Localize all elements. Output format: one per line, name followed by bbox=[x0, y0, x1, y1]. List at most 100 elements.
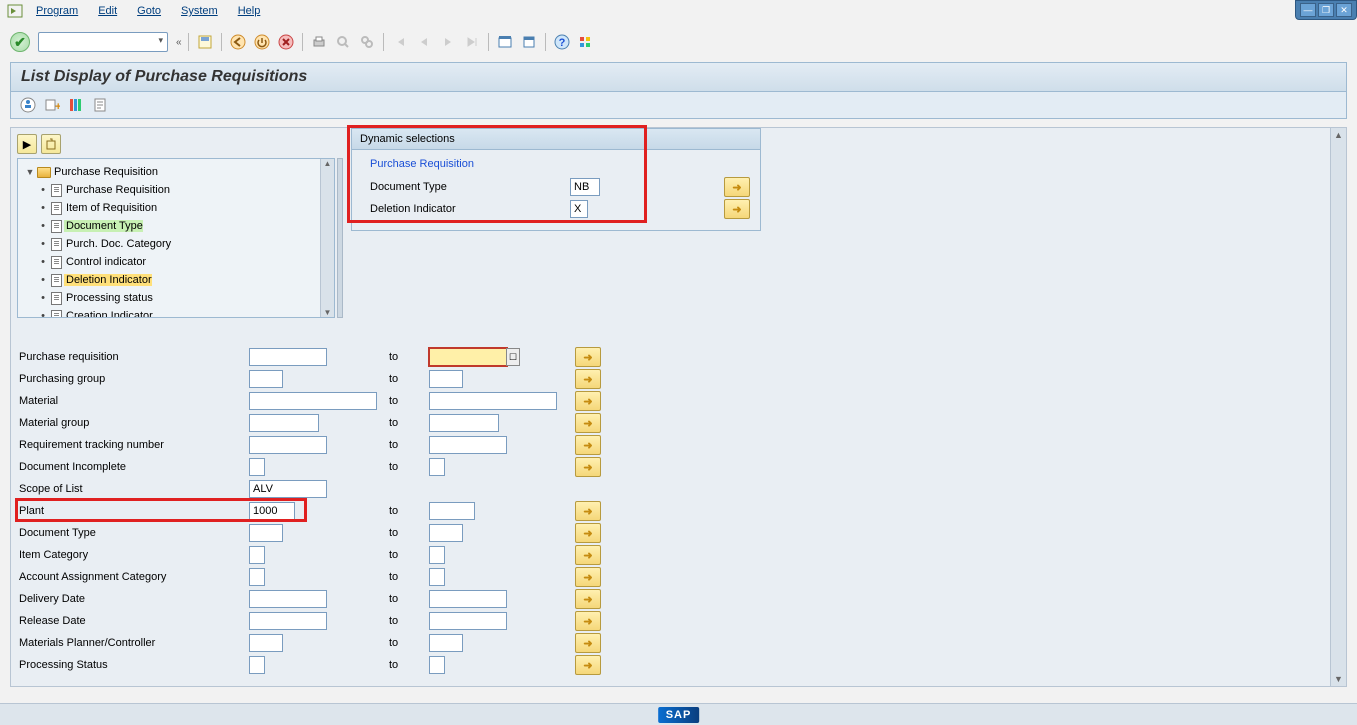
delivery-date-from-input[interactable] bbox=[249, 590, 327, 608]
tree-root[interactable]: ▼ Purchase Requisition bbox=[20, 163, 332, 181]
multiple-selection-button[interactable]: ➜ bbox=[575, 413, 601, 433]
multiple-selection-button[interactable]: ➜ bbox=[575, 655, 601, 675]
tree-item[interactable]: •Purch. Doc. Category bbox=[20, 235, 332, 253]
multiple-selection-button[interactable]: ➜ bbox=[575, 347, 601, 367]
multiple-selection-button[interactable]: ➜ bbox=[724, 177, 750, 197]
plant-to-input[interactable] bbox=[429, 502, 475, 520]
tree-item-label: Purch. Doc. Category bbox=[64, 238, 171, 250]
requirement-tracking-to-input[interactable] bbox=[429, 436, 507, 454]
minimize-button[interactable]: — bbox=[1300, 3, 1316, 17]
close-window-button[interactable]: ✕ bbox=[1336, 3, 1352, 17]
enter-button[interactable]: ✔ bbox=[10, 32, 30, 52]
document-incomplete-from-input[interactable] bbox=[249, 458, 265, 476]
select-all-button[interactable] bbox=[67, 96, 85, 114]
tree-item-document-type[interactable]: •Document Type bbox=[20, 217, 332, 235]
dynamic-selections-link[interactable]: Purchase Requisition bbox=[370, 156, 750, 176]
dyn-deletion-indicator-input[interactable] bbox=[570, 200, 588, 218]
vertical-splitter[interactable] bbox=[337, 158, 343, 318]
multiple-selection-button[interactable]: ➜ bbox=[575, 611, 601, 631]
label-document-type: Document Type bbox=[17, 527, 249, 539]
menu-command-icon[interactable] bbox=[6, 3, 24, 19]
release-date-from-input[interactable] bbox=[249, 612, 327, 630]
dynamic-selections-button[interactable]: + bbox=[43, 96, 61, 114]
chevron-left-icon[interactable]: « bbox=[176, 37, 182, 48]
cancel-button[interactable] bbox=[276, 32, 296, 52]
layout-button[interactable] bbox=[576, 32, 596, 52]
save-button[interactable] bbox=[195, 32, 215, 52]
menu-system[interactable]: System bbox=[173, 3, 226, 19]
tree-item[interactable]: •Purchase Requisition bbox=[20, 181, 332, 199]
next-page-button[interactable] bbox=[438, 32, 458, 52]
multiple-selection-button[interactable]: ➜ bbox=[575, 435, 601, 455]
multiple-selection-button[interactable]: ➜ bbox=[724, 199, 750, 219]
tree-item[interactable]: •Control indicator bbox=[20, 253, 332, 271]
material-from-input[interactable] bbox=[249, 392, 377, 410]
value-help-button[interactable]: ☐ bbox=[506, 348, 520, 366]
find-button[interactable] bbox=[333, 32, 353, 52]
print-button[interactable] bbox=[309, 32, 329, 52]
menu-edit[interactable]: Edit bbox=[90, 3, 125, 19]
new-session-button[interactable] bbox=[495, 32, 515, 52]
exit-button[interactable] bbox=[252, 32, 272, 52]
tree-item[interactable]: •Creation Indicator bbox=[20, 307, 332, 318]
multiple-selection-button[interactable]: ➜ bbox=[575, 501, 601, 521]
multiple-selection-button[interactable]: ➜ bbox=[575, 523, 601, 543]
command-field[interactable] bbox=[38, 32, 168, 52]
multiple-selection-button[interactable]: ➜ bbox=[575, 589, 601, 609]
purchase-requisition-to-input[interactable] bbox=[429, 348, 507, 366]
multiple-selection-button[interactable]: ➜ bbox=[575, 457, 601, 477]
tree-execute-button[interactable]: ▶ bbox=[17, 134, 37, 154]
document-type-to-input[interactable] bbox=[429, 524, 463, 542]
find-next-button[interactable] bbox=[357, 32, 377, 52]
material-group-to-input[interactable] bbox=[429, 414, 499, 432]
scope-of-list-input[interactable] bbox=[249, 480, 327, 498]
plant-from-input[interactable] bbox=[249, 502, 295, 520]
multiple-selection-button[interactable]: ➜ bbox=[575, 545, 601, 565]
help-button[interactable]: ? bbox=[552, 32, 572, 52]
tree-item[interactable]: •Item of Requisition bbox=[20, 199, 332, 217]
tree-root-label: Purchase Requisition bbox=[52, 166, 158, 178]
item-category-from-input[interactable] bbox=[249, 546, 265, 564]
mrp-controller-to-input[interactable] bbox=[429, 634, 463, 652]
tree-scrollbar[interactable] bbox=[320, 159, 334, 317]
menu-goto[interactable]: Goto bbox=[129, 3, 169, 19]
item-category-to-input[interactable] bbox=[429, 546, 445, 564]
shortcut-button[interactable] bbox=[519, 32, 539, 52]
document-incomplete-to-input[interactable] bbox=[429, 458, 445, 476]
mrp-controller-from-input[interactable] bbox=[249, 634, 283, 652]
caret-down-icon[interactable]: ▼ bbox=[24, 167, 36, 177]
tree-delete-button[interactable] bbox=[41, 134, 61, 154]
tree-item-deletion-indicator[interactable]: •Deletion Indicator bbox=[20, 271, 332, 289]
multiple-selection-button[interactable]: ➜ bbox=[575, 391, 601, 411]
multiple-selection-button[interactable]: ➜ bbox=[575, 633, 601, 653]
requirement-tracking-from-input[interactable] bbox=[249, 436, 327, 454]
tree-item[interactable]: •Processing status bbox=[20, 289, 332, 307]
material-group-from-input[interactable] bbox=[249, 414, 319, 432]
purchasing-group-from-input[interactable] bbox=[249, 370, 283, 388]
last-page-button[interactable] bbox=[462, 32, 482, 52]
processing-status-to-input[interactable] bbox=[429, 656, 445, 674]
back-button[interactable] bbox=[228, 32, 248, 52]
main-scrollbar[interactable]: ▲ ▼ bbox=[1330, 128, 1346, 686]
maximize-button[interactable]: ❐ bbox=[1318, 3, 1334, 17]
prev-page-button[interactable] bbox=[414, 32, 434, 52]
menu-help[interactable]: Help bbox=[230, 3, 269, 19]
release-date-to-input[interactable] bbox=[429, 612, 507, 630]
purchase-requisition-from-input[interactable] bbox=[249, 348, 327, 366]
processing-status-from-input[interactable] bbox=[249, 656, 265, 674]
multiple-selection-button[interactable]: ➜ bbox=[575, 369, 601, 389]
delivery-date-to-input[interactable] bbox=[429, 590, 507, 608]
variant-button[interactable] bbox=[91, 96, 109, 114]
purchasing-group-to-input[interactable] bbox=[429, 370, 463, 388]
first-page-button[interactable] bbox=[390, 32, 410, 52]
scroll-down-icon[interactable]: ▼ bbox=[1331, 674, 1346, 684]
account-assignment-to-input[interactable] bbox=[429, 568, 445, 586]
account-assignment-from-input[interactable] bbox=[249, 568, 265, 586]
multiple-selection-button[interactable]: ➜ bbox=[575, 567, 601, 587]
execute-button[interactable] bbox=[19, 96, 37, 114]
menu-program[interactable]: Program bbox=[28, 3, 86, 19]
dyn-document-type-input[interactable] bbox=[570, 178, 600, 196]
document-type-from-input[interactable] bbox=[249, 524, 283, 542]
material-to-input[interactable] bbox=[429, 392, 557, 410]
scroll-up-icon[interactable]: ▲ bbox=[1331, 130, 1346, 140]
